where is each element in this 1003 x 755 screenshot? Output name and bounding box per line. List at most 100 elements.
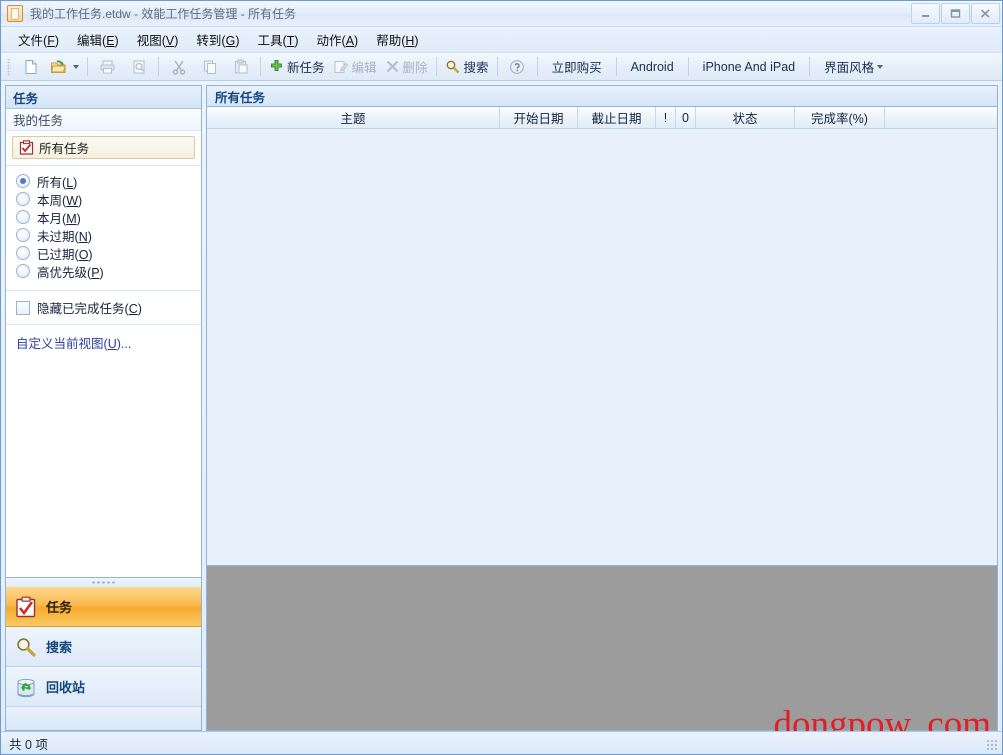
sidebar-item-tasks[interactable]: 任务 [6,587,201,627]
open-file-button[interactable] [46,54,83,79]
task-preview-pane: dongpow. com [206,566,998,743]
menu-item-goto[interactable]: 转到(G) [187,27,248,52]
new-file-button[interactable] [15,54,46,79]
nav-filler [6,352,201,577]
magnifier-icon [17,637,36,657]
checkbox-icon[interactable] [16,300,30,315]
menu-label: 转到 [196,34,222,48]
minimize-button[interactable] [911,3,940,24]
ui-style-button[interactable]: 界面风格 [814,54,893,79]
menu-label: 动作 [316,34,342,48]
radio-icon[interactable] [16,246,30,260]
filter-option-expired[interactable]: 已过期(O) [16,244,201,262]
search-label: 搜索 [463,61,489,75]
menu-item-file[interactable]: 文件(F) [9,27,68,52]
customize-view-row: 自定义当前视图(U)... [6,324,201,352]
resize-grip-icon[interactable] [986,739,999,752]
nav-pane-splitter[interactable] [5,578,202,587]
clipboard-check-icon [16,596,36,617]
paste-icon [234,59,247,73]
menu-label: 工具 [257,34,283,48]
task-filter-panel: 任务 我的任务 所有任务 所有(L) 本周(W) 本月(M) 未过期(N) 已过… [5,85,202,578]
scissors-icon [172,60,185,75]
print-preview-button[interactable] [123,54,154,79]
sidebar-item-search[interactable]: 搜索 [6,627,201,667]
menu-accel: G [225,34,236,48]
toolbar-grip[interactable] [7,57,11,76]
column-header-status[interactable]: 状态 [696,107,795,128]
sidebar-item-tasks-label: 任务 [46,600,73,615]
nav-overflow-button[interactable] [6,707,201,730]
menu-item-edit[interactable]: 编辑(E) [68,27,128,52]
edit-task-label: 编辑 [351,61,377,75]
toolbar-separator [809,57,811,76]
filter-option-label: 本月(M) [37,211,81,226]
hide-completed-checkbox-row[interactable]: 隐藏已完成任务(C) [6,290,201,324]
menu-item-view[interactable]: 视图(V) [128,27,188,52]
search-button[interactable]: 搜索 [441,54,493,79]
column-header-subject[interactable]: 主题 [207,107,500,128]
iphone-ipad-button[interactable]: iPhone And iPad [693,54,805,79]
filter-option-label: 高优先级(P) [37,265,104,280]
column-header-due-date[interactable]: 截止日期 [578,107,656,128]
splitter-dots-icon [90,581,117,584]
toolbar-separator [87,57,88,76]
paste-button[interactable] [225,54,256,79]
main-pane: 所有任务 主题 开始日期 截止日期 ! 0 状态 完成率(%) dongpow.… [206,85,998,743]
print-button[interactable] [92,54,123,79]
task-grid-rows[interactable] [207,129,997,565]
open-file-dropdown-caret[interactable] [73,64,79,69]
window-title: 我的工作任务.etdw - 效能工作任务管理 - 所有任务 [30,7,297,21]
filter-option-all[interactable]: 所有(L) [16,172,201,190]
radio-icon[interactable] [16,192,30,206]
toolbar-separator [536,57,538,76]
edit-task-button[interactable]: 编辑 [329,54,381,79]
filter-option-this-week[interactable]: 本周(W) [16,190,201,208]
filter-option-high-priority[interactable]: 高优先级(P) [16,262,201,280]
menu-accel: A [345,34,355,48]
column-header-start-date[interactable]: 开始日期 [500,107,578,128]
menu-accel: H [405,34,415,48]
menu-accel: T [286,34,295,48]
clipboard-check-icon [19,140,34,155]
menu-item-help[interactable]: 帮助(H) [367,27,427,52]
menu-label: 视图 [136,34,162,48]
document-icon [7,5,23,22]
sidebar-item-search-label: 搜索 [46,640,73,655]
cut-button[interactable] [163,54,194,79]
status-bar-text: 共 0 项 [9,737,48,752]
column-header-completion[interactable]: 完成率(%) [795,107,885,128]
close-button[interactable] [971,3,1000,24]
hide-completed-label: 隐藏已完成任务(C) [37,302,142,316]
sidebar-item-all-tasks[interactable]: 所有任务 [12,136,195,159]
android-button[interactable]: Android [621,54,684,79]
column-header-priority[interactable]: ! [656,107,676,128]
menu-label: 编辑 [77,34,103,48]
navigation-pane: 任务 我的任务 所有任务 所有(L) 本周(W) 本月(M) 未过期(N) 已过… [5,85,202,731]
radio-icon[interactable] [16,210,30,224]
radio-icon[interactable] [16,264,30,278]
filter-option-not-expired[interactable]: 未过期(N) [16,226,201,244]
maximize-button[interactable] [941,3,970,24]
menu-accel: E [106,34,115,48]
menu-item-tools[interactable]: 工具(T) [249,27,308,52]
copy-button[interactable] [194,54,225,79]
menu-item-actions[interactable]: 动作(A) [308,27,368,52]
toolbar-separator [260,57,261,76]
status-bar: 共 0 项 [1,731,1002,754]
delete-task-button[interactable]: 删除 [381,54,432,79]
help-button[interactable] [502,54,533,79]
filter-option-this-month[interactable]: 本月(M) [16,208,201,226]
customize-current-view-link[interactable]: 自定义当前视图(U)... [16,337,131,351]
nav-divider [6,165,201,166]
radio-icon[interactable] [16,228,30,242]
column-header-filler [885,107,997,128]
filter-option-label: 所有(L) [37,175,78,190]
column-header-attachment[interactable]: 0 [676,107,696,128]
radio-icon[interactable] [16,174,30,188]
new-task-button[interactable]: 新任务 [265,54,329,79]
sidebar-item-recycle-bin[interactable]: 回收站 [6,667,201,707]
nav-button-list: 任务 搜索 回收站 [5,587,202,731]
buy-now-button[interactable]: 立即购买 [542,54,612,79]
toolbar-separator [158,57,159,76]
